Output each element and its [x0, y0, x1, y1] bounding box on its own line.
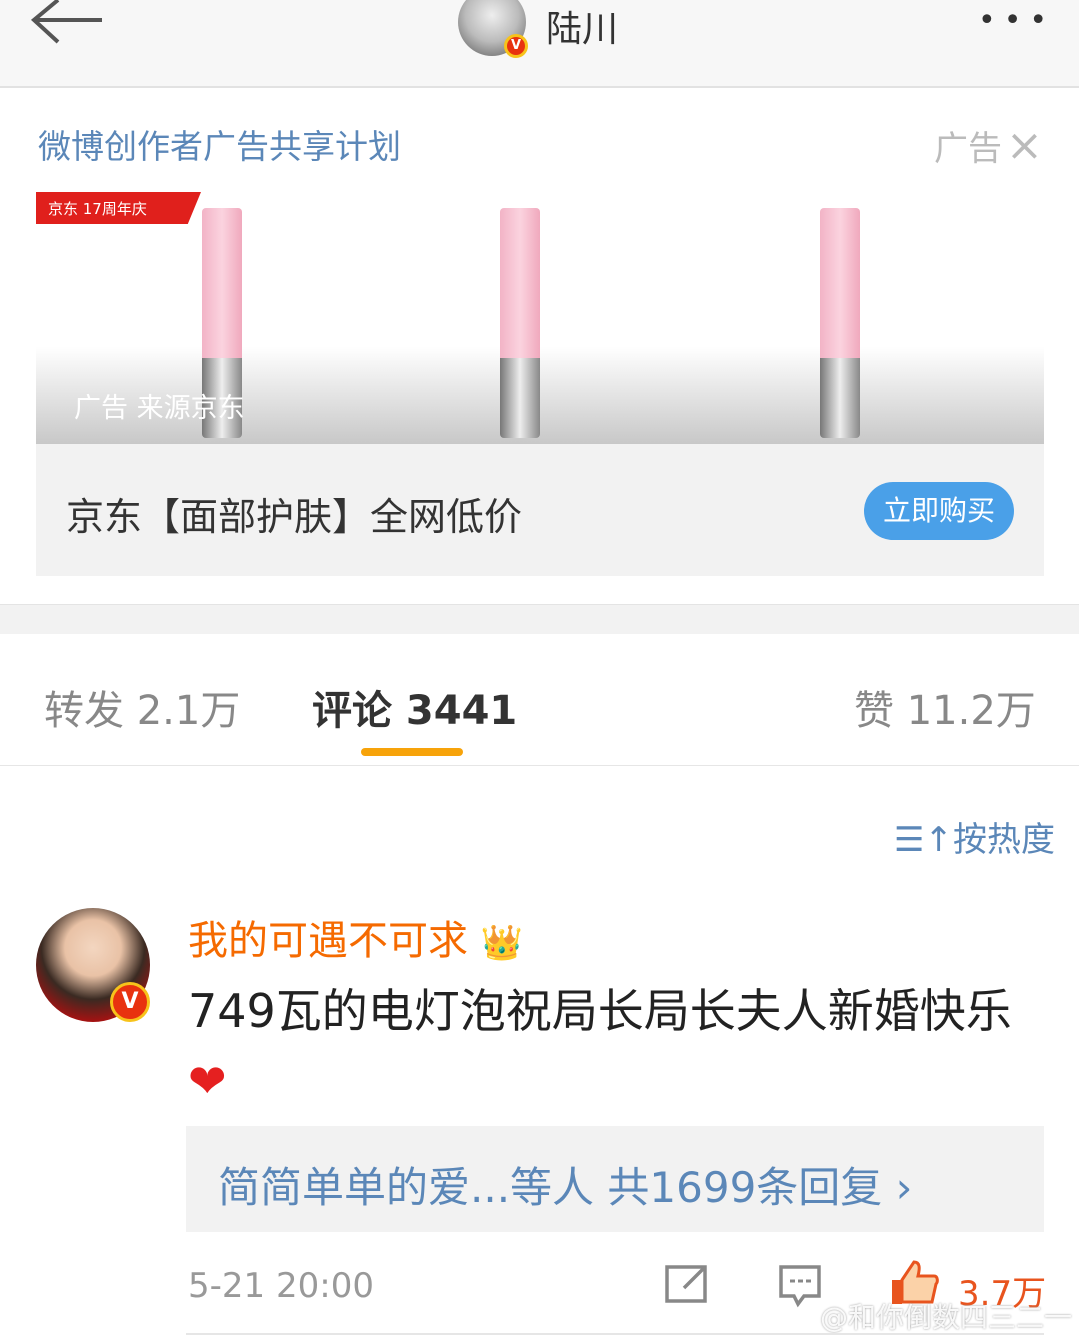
back-arrow-icon[interactable]: [28, 0, 108, 56]
reply-icon[interactable]: [778, 1264, 822, 1310]
comment-body: 749瓦的电灯泡祝局长局长夫人新婚快乐: [188, 984, 1012, 1038]
ad-label: 广告: [934, 129, 1002, 169]
tab-reposts[interactable]: 转发 2.1万: [44, 678, 240, 736]
verified-badge: V: [504, 34, 528, 58]
ad-image[interactable]: 京东 17周年庆 广告 来源京东: [36, 188, 1044, 444]
watermark: @和你倒数四三二一: [820, 1301, 1073, 1334]
heart-icon: ❤: [188, 1054, 227, 1108]
author-name[interactable]: 陆川: [546, 0, 618, 52]
commenter-avatar[interactable]: V: [36, 908, 150, 1022]
product-image: [820, 208, 860, 438]
more-icon[interactable]: •••: [978, 6, 1055, 36]
commenter-name[interactable]: 我的可遇不可求 👑: [188, 908, 523, 966]
divider: [0, 604, 1079, 634]
top-bar: V 陆川 •••: [0, 0, 1079, 88]
comment-text: 749瓦的电灯泡祝局长局长夫人新婚快乐 ❤: [188, 976, 1028, 1116]
verified-badge: V: [110, 982, 150, 1022]
tab-comments[interactable]: 评论 3441: [312, 678, 517, 736]
ad-tag[interactable]: 广告×: [934, 120, 1043, 171]
ad-source: 广告 来源京东: [74, 393, 245, 424]
ad-footer[interactable]: 京东【面部护肤】全网低价 立即购买: [36, 444, 1044, 576]
author-avatar[interactable]: V: [458, 0, 528, 58]
close-icon[interactable]: ×: [1006, 120, 1043, 171]
buy-now-button[interactable]: 立即购买: [864, 482, 1014, 540]
tab-bar: 转发 2.1万 评论 3441 赞 11.2万: [0, 634, 1079, 766]
jd-banner: 京东 17周年庆: [36, 192, 201, 224]
sort-label: 按热度: [952, 820, 1055, 860]
tab-likes[interactable]: 赞 11.2万: [854, 678, 1036, 736]
commenter-name-text: 我的可遇不可求: [188, 918, 468, 964]
active-tab-indicator: [361, 748, 463, 756]
product-image: [500, 208, 540, 438]
divider: [186, 1333, 1044, 1335]
sort-icon: ☰↑: [894, 820, 953, 860]
replies-link[interactable]: 简简单单的爱...等人 共1699条回复 ›: [186, 1126, 1044, 1232]
share-icon[interactable]: [664, 1264, 708, 1304]
crown-icon: 👑: [480, 923, 524, 963]
comment-time: 5-21 20:00: [188, 1266, 374, 1306]
ad-plan-label[interactable]: 微博创作者广告共享计划: [38, 120, 401, 168]
sort-button[interactable]: ☰↑按热度: [894, 812, 1055, 861]
ad-headline: 京东【面部护肤】全网低价: [66, 495, 523, 539]
